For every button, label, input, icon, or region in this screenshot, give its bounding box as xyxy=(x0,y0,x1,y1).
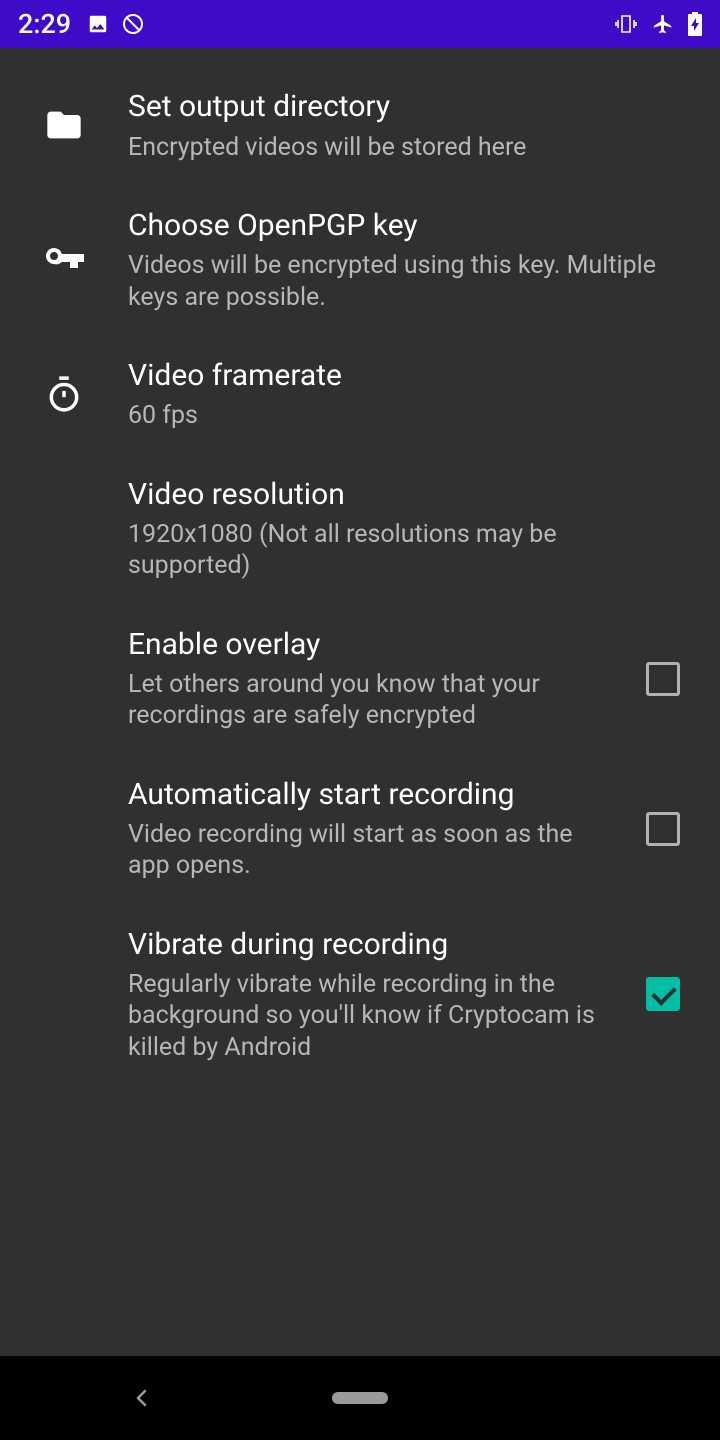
autostart-checkbox[interactable] xyxy=(646,812,680,846)
back-icon[interactable] xyxy=(130,1386,154,1410)
status-time: 2:29 xyxy=(18,8,71,40)
navigation-bar xyxy=(0,1356,720,1440)
setting-title: Video framerate xyxy=(128,357,676,395)
folder-icon xyxy=(44,105,84,145)
setting-title: Choose OpenPGP key xyxy=(128,207,676,245)
setting-auto-start-recording[interactable]: Automatically start recording Video reco… xyxy=(0,754,720,904)
setting-openpgp-key[interactable]: Choose OpenPGP key Videos will be encryp… xyxy=(0,185,720,335)
setting-title: Automatically start recording xyxy=(128,776,618,814)
setting-enable-overlay[interactable]: Enable overlay Let others around you kno… xyxy=(0,604,720,754)
setting-output-directory[interactable]: Set output directory Encrypted videos wi… xyxy=(0,66,720,185)
setting-video-resolution[interactable]: Video resolution 1920x1080 (Not all reso… xyxy=(0,454,720,604)
setting-video-framerate[interactable]: Video framerate 60 fps xyxy=(0,335,720,454)
vibrate-checkbox[interactable] xyxy=(646,977,680,1011)
key-icon xyxy=(40,236,88,284)
settings-list: Set output directory Encrypted videos wi… xyxy=(0,48,720,1356)
setting-title: Video resolution xyxy=(128,476,676,514)
image-icon xyxy=(87,13,109,35)
setting-subtitle: Let others around you know that your rec… xyxy=(128,669,618,732)
setting-title: Set output directory xyxy=(128,88,676,126)
airplane-icon xyxy=(652,13,674,35)
battery-charging-icon xyxy=(688,12,702,36)
home-pill[interactable] xyxy=(332,1392,388,1404)
dnd-icon xyxy=(121,12,145,36)
setting-subtitle: 60 fps xyxy=(128,400,676,431)
status-bar: 2:29 xyxy=(0,0,720,48)
timer-icon xyxy=(45,375,83,413)
overlay-checkbox[interactable] xyxy=(646,662,680,696)
setting-subtitle: Video recording will start as soon as th… xyxy=(128,819,618,882)
setting-vibrate-during-recording[interactable]: Vibrate during recording Regularly vibra… xyxy=(0,904,720,1085)
setting-title: Vibrate during recording xyxy=(128,926,618,964)
setting-subtitle: Encrypted videos will be stored here xyxy=(128,132,676,163)
vibrate-icon xyxy=(614,12,638,36)
setting-subtitle: Videos will be encrypted using this key.… xyxy=(128,250,676,313)
setting-title: Enable overlay xyxy=(128,626,618,664)
setting-subtitle: Regularly vibrate while recording in the… xyxy=(128,969,618,1063)
setting-subtitle: 1920x1080 (Not all resolutions may be su… xyxy=(128,519,676,582)
